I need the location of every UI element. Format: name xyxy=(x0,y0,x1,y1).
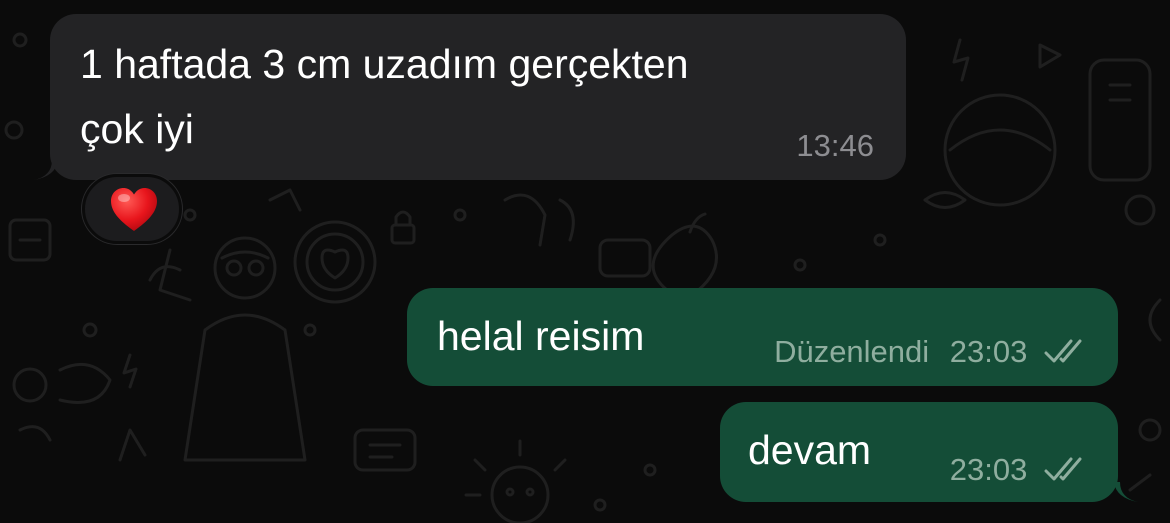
message-text: devam xyxy=(748,427,872,473)
message-timestamp: 13:46 xyxy=(796,128,874,163)
message-timestamp: 23:03 xyxy=(949,452,1028,487)
chat-thread: 1 haftada 3 cm uzadım gerçekten çok iyi … xyxy=(0,0,1170,523)
double-check-icon xyxy=(1044,457,1082,481)
message-text-line-1: 1 haftada 3 cm uzadım gerçekten xyxy=(80,41,689,87)
message-reaction[interactable] xyxy=(82,174,182,244)
message-meta: Düzenlendi 23:03 xyxy=(774,334,1088,370)
edited-label: Düzenlendi xyxy=(774,334,930,369)
outgoing-message-bubble[interactable]: helal reisim Düzenlendi 23:03 xyxy=(407,288,1118,386)
outgoing-bubble-tail xyxy=(1114,482,1138,502)
double-check-icon xyxy=(1044,339,1082,363)
message-timestamp: 23:03 xyxy=(949,334,1028,369)
message-text: helal reisim xyxy=(437,313,645,359)
red-heart-emoji-icon xyxy=(111,188,157,231)
outgoing-message-bubble[interactable]: devam 23:03 xyxy=(720,402,1118,502)
incoming-message-bubble[interactable]: 1 haftada 3 cm uzadım gerçekten çok iyi … xyxy=(50,14,906,180)
message-meta: 23:03 xyxy=(950,452,1088,488)
incoming-bubble-tail xyxy=(34,160,58,180)
message-text-line-2: çok iyi xyxy=(80,106,194,152)
